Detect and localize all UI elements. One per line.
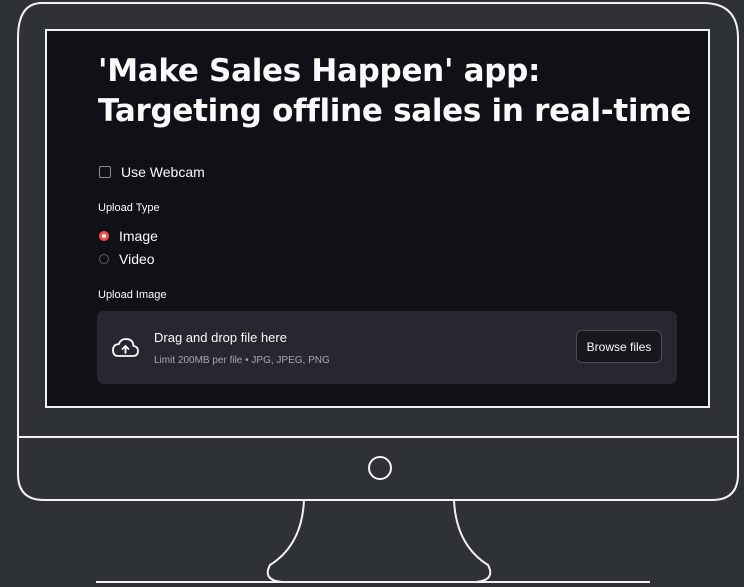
use-webcam-checkbox[interactable]: Use Webcam: [99, 164, 205, 180]
monitor-illustration: 'Make Sales Happen' app: Targeting offli…: [0, 0, 744, 587]
radio-image-label: Image: [119, 228, 158, 244]
dropzone-limit-text: Limit 200MB per file • JPG, JPEG, PNG: [154, 355, 330, 366]
file-dropzone[interactable]: Drag and drop file here Limit 200MB per …: [97, 311, 677, 384]
upload-image-label: Upload Image: [98, 289, 167, 301]
upload-type-label: Upload Type: [98, 202, 160, 214]
use-webcam-label: Use Webcam: [121, 164, 205, 180]
radio-unselected-icon[interactable]: [99, 254, 109, 264]
radio-video-label: Video: [119, 251, 155, 267]
radio-selected-icon[interactable]: [99, 231, 109, 241]
checkbox-box[interactable]: [99, 166, 111, 178]
stand-left: [266, 499, 305, 583]
radio-option-video[interactable]: Video: [99, 251, 155, 267]
cloud-upload-icon: [112, 338, 139, 357]
dropzone-title: Drag and drop file here: [154, 330, 287, 345]
browse-files-button[interactable]: Browse files: [576, 330, 662, 363]
monitor-power-icon: [368, 456, 392, 480]
page-title: 'Make Sales Happen' app: Targeting offli…: [98, 53, 691, 129]
radio-option-image[interactable]: Image: [99, 228, 158, 244]
app-screen: 'Make Sales Happen' app: Targeting offli…: [47, 31, 708, 406]
stand-right: [453, 499, 492, 583]
